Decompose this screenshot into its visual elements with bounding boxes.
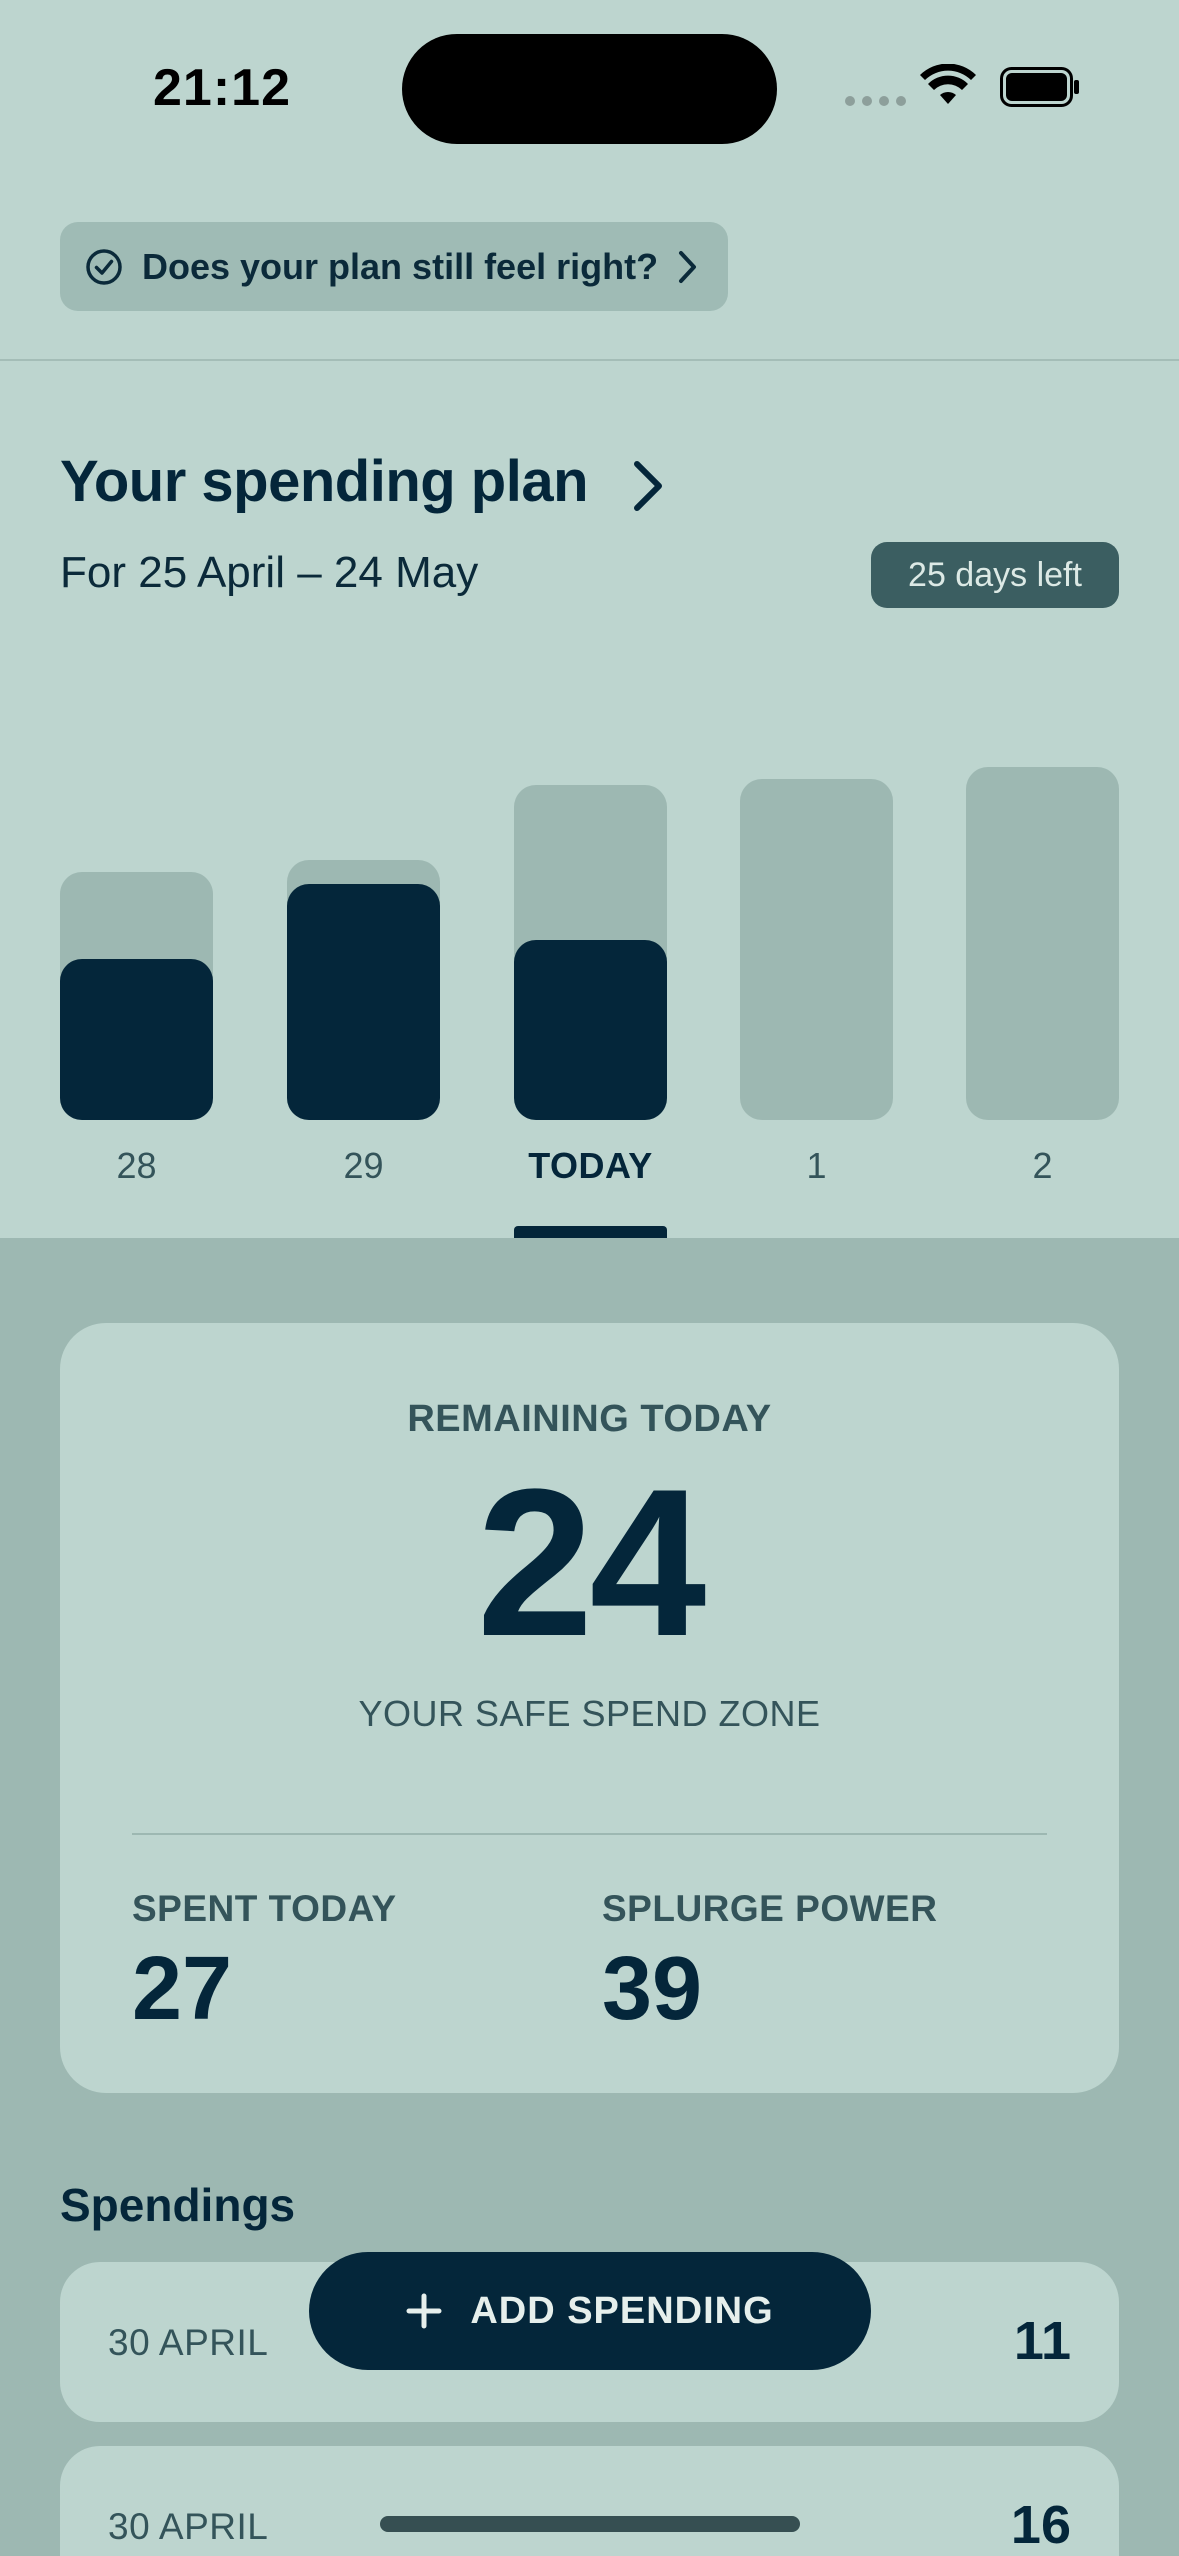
spending-amount: 11 <box>1013 2311 1071 2371</box>
chart-bar-spent <box>287 884 440 1120</box>
chart-bar-spent <box>514 940 667 1120</box>
chart-bar-budget[interactable] <box>966 766 1119 1120</box>
spent-today-label: SPENT TODAY <box>132 1888 397 1929</box>
add-spending-button[interactable]: ADD SPENDING <box>309 2252 871 2370</box>
plan-check-button[interactable]: Does your plan still feel right? <box>60 222 728 311</box>
wifi-icon <box>920 64 976 104</box>
add-spending-label: ADD SPENDING <box>470 2289 774 2332</box>
plan-chevron-right-icon[interactable] <box>630 458 666 514</box>
chart-day-label[interactable]: 2 <box>966 1145 1119 1187</box>
plan-check-label: Does your plan still feel right? <box>142 245 659 287</box>
chart-bar-budget[interactable] <box>740 779 893 1120</box>
chart-bar-spent <box>60 958 213 1120</box>
chart-day-label[interactable]: 28 <box>60 1145 213 1187</box>
header-divider <box>0 359 1179 361</box>
days-left-badge: 25 days left <box>871 542 1119 608</box>
plus-icon <box>406 2293 442 2329</box>
plan-date-range: For 25 April – 24 May <box>60 548 479 597</box>
today-indicator <box>514 1226 667 1238</box>
spending-amount: 16 <box>1010 2495 1071 2555</box>
plan-title[interactable]: Your spending plan <box>60 448 589 515</box>
safe-spend-zone-label: YOUR SAFE SPEND ZONE <box>358 1693 821 1734</box>
remaining-label: REMAINING TODAY <box>407 1398 772 1440</box>
spendings-title: Spendings <box>60 2179 296 2231</box>
remaining-value: 24 <box>476 1445 707 1680</box>
card-divider <box>132 1833 1047 1835</box>
splurge-power-value: 39 <box>602 1939 703 2039</box>
cellular-signal-icon <box>845 96 907 108</box>
status-time: 21:12 <box>153 59 291 117</box>
check-circle-icon <box>86 248 122 285</box>
spending-date: 30 APRIL <box>108 2322 269 2363</box>
splurge-power-label: SPLURGE POWER <box>602 1888 938 1929</box>
battery-icon <box>1000 67 1079 107</box>
chart-day-label[interactable]: 29 <box>287 1145 440 1187</box>
chart-day-label[interactable]: 1 <box>740 1145 893 1187</box>
spending-date: 30 APRIL <box>108 2506 269 2547</box>
spending-row[interactable]: 30 APRIL 16 <box>60 2446 1119 2556</box>
remaining-card: REMAINING TODAY 24 YOUR SAFE SPEND ZONE … <box>60 1323 1119 2093</box>
spent-today-value: 27 <box>132 1939 233 2039</box>
dynamic-island <box>402 34 777 144</box>
chart-day-label[interactable]: TODAY <box>514 1145 667 1187</box>
chevron-right-icon <box>679 250 697 283</box>
home-indicator <box>380 2516 800 2532</box>
